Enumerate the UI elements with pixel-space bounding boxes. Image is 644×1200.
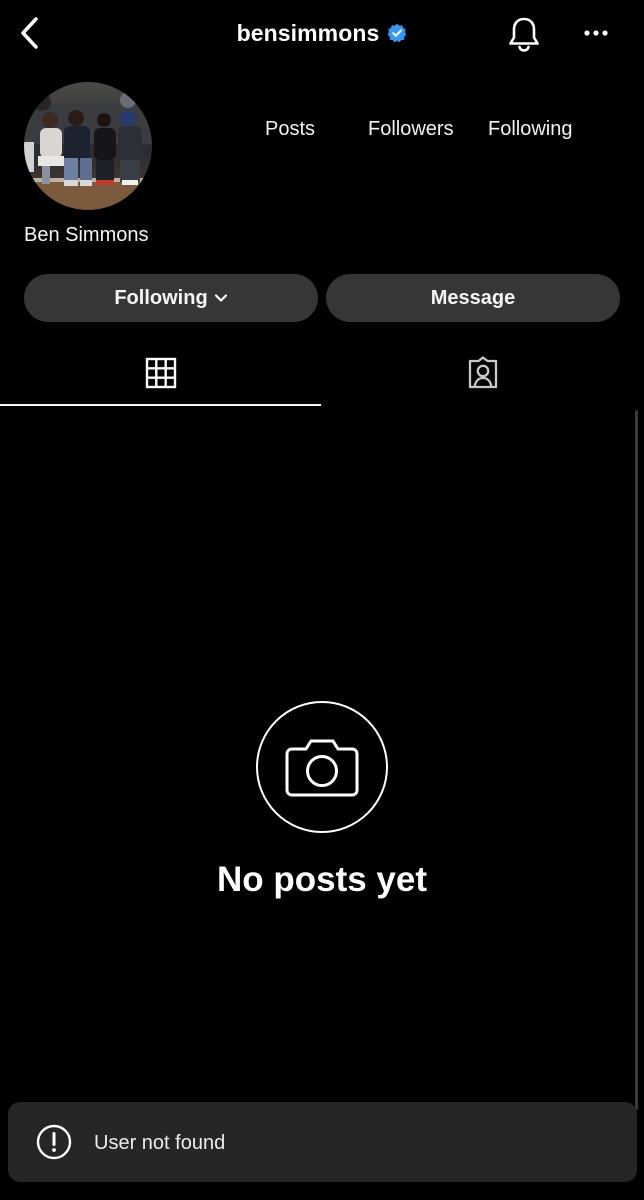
notifications-button[interactable] <box>504 14 544 54</box>
top-bar: bensimmons <box>0 0 644 66</box>
active-tab-indicator <box>0 404 321 406</box>
following-button[interactable]: Following <box>24 274 318 322</box>
message-button[interactable]: Message <box>326 274 620 322</box>
profile-screen: bensimmons Posts Followers Following Ben… <box>0 0 644 1200</box>
followers-stat[interactable]: Followers <box>368 118 454 141</box>
tab-tagged[interactable] <box>322 340 644 406</box>
toast-notification[interactable]: User not found <box>8 1102 637 1182</box>
empty-state-icon-circle <box>256 701 388 833</box>
following-stat[interactable]: Following <box>488 118 572 141</box>
verified-badge-icon <box>387 23 407 43</box>
header-title: bensimmons <box>0 18 644 48</box>
bell-icon <box>509 17 539 52</box>
grid-icon <box>145 357 177 389</box>
username: bensimmons <box>236 19 380 46</box>
more-options-button[interactable] <box>578 16 614 50</box>
profile-tabs <box>0 340 644 408</box>
tagged-icon <box>468 356 498 389</box>
display-name: Ben Simmons <box>24 224 149 246</box>
tab-posts-grid[interactable] <box>0 340 322 406</box>
profile-avatar[interactable] <box>24 82 152 210</box>
alert-icon <box>36 1124 72 1160</box>
scrollbar[interactable] <box>635 410 638 1110</box>
camera-icon <box>285 739 359 797</box>
posts-stat[interactable]: Posts <box>265 118 315 141</box>
message-button-label: Message <box>430 286 516 309</box>
profile-stats: Posts Followers Following <box>230 118 610 144</box>
empty-state-text: No posts yet <box>216 860 428 899</box>
avatar-photo <box>24 82 152 210</box>
toast-message: User not found <box>94 1132 226 1154</box>
following-button-label: Following <box>114 286 208 309</box>
chevron-down-icon <box>214 294 227 302</box>
ellipsis-icon <box>584 30 608 36</box>
